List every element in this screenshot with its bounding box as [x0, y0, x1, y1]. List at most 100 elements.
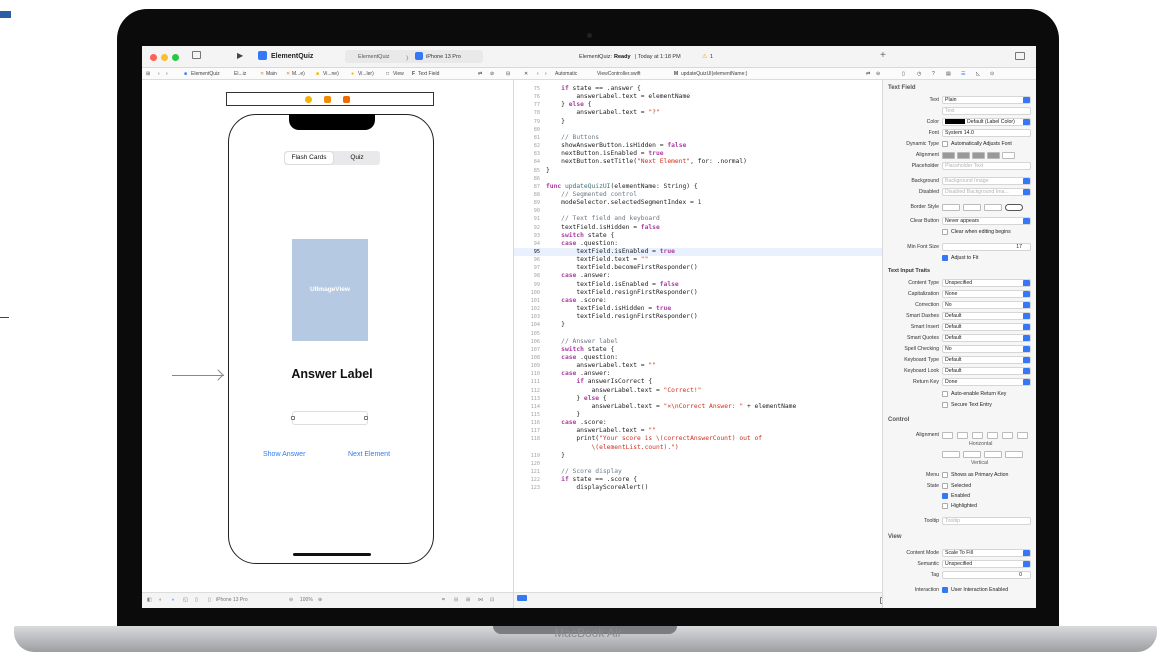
orientation-icon[interactable]: ◱	[183, 597, 188, 603]
align-natural-icon[interactable]	[1002, 152, 1015, 159]
code-line[interactable]: 108 case .question:	[514, 354, 882, 362]
appearance-icon[interactable]: ◐	[159, 597, 162, 603]
code-line[interactable]: 101 case .score:	[514, 297, 882, 305]
trait-select[interactable]: None	[942, 290, 1031, 298]
phone-icon[interactable]: ▯	[208, 597, 211, 603]
trait-select[interactable]: Default	[942, 323, 1031, 331]
update-frames-icon[interactable]: ⌗	[442, 597, 445, 603]
code-line[interactable]: 106 // Answer label	[514, 338, 882, 346]
h-align-right-icon[interactable]	[972, 432, 983, 439]
background-select[interactable]: Background Image	[942, 177, 1031, 185]
checkbox[interactable]	[942, 493, 948, 499]
view-controller-icon[interactable]	[305, 96, 312, 103]
code-line[interactable]: 84 nextButton.setTitle("Next Element", f…	[514, 158, 882, 166]
identity-icon[interactable]: ▤	[946, 71, 951, 77]
border-none-icon[interactable]	[942, 204, 960, 211]
code-line[interactable]: 97 textField.becomeFirstResponder()	[514, 264, 882, 272]
checkbox[interactable]	[942, 141, 948, 147]
code-line[interactable]: 78 answerLabel.text = "?"	[514, 109, 882, 117]
connections-icon[interactable]: ⊙	[990, 71, 994, 77]
close-editor-icon[interactable]: ✕	[524, 71, 528, 77]
layout-icon[interactable]: ▯	[195, 597, 198, 603]
tooltip-input[interactable]: Tooltip	[942, 517, 1031, 525]
jump-storyboard[interactable]: Main	[266, 71, 277, 77]
align-center-icon[interactable]	[957, 152, 970, 159]
resize-handle[interactable]	[364, 416, 368, 420]
grid-icon[interactable]: ⊞	[146, 71, 150, 77]
minfont-stepper[interactable]: 17	[942, 243, 1031, 251]
trait-select[interactable]: No	[942, 301, 1031, 309]
checkbox[interactable]	[942, 391, 948, 397]
segment-flash-cards[interactable]: Flash Cards	[285, 154, 333, 161]
h-align-trailing-icon[interactable]	[1002, 432, 1013, 439]
code-line[interactable]: 116 case .score:	[514, 419, 882, 427]
zoom-in-icon[interactable]: ⊕	[318, 597, 322, 603]
align-right-icon[interactable]	[972, 152, 985, 159]
text-input[interactable]: Text	[942, 107, 1031, 115]
code-line[interactable]: 95 textField.isEnabled = true	[514, 248, 882, 257]
v-align-bottom-icon[interactable]	[984, 451, 1002, 458]
add-icon[interactable]: +	[880, 50, 886, 61]
back-icon-2[interactable]: ‹	[537, 71, 539, 77]
debug-icon[interactable]	[517, 595, 527, 601]
code-line[interactable]: 80	[514, 126, 882, 134]
warning-count[interactable]: 1	[710, 54, 713, 60]
jump-file[interactable]: ViewController.swift	[597, 71, 641, 77]
checkbox[interactable]	[942, 587, 948, 593]
align-icon[interactable]: ⊟	[454, 597, 458, 603]
sidebar-toggle-icon[interactable]	[192, 51, 201, 59]
jump-scene[interactable]: M...e)	[292, 71, 305, 77]
align-justify-icon[interactable]	[987, 152, 1000, 159]
code-line[interactable]: 82 showAnswerButton.isHidden = false	[514, 142, 882, 150]
back-icon[interactable]: ‹	[158, 71, 160, 77]
code-line[interactable]: 99 textField.isEnabled = false	[514, 281, 882, 289]
jump-view[interactable]: View	[393, 71, 404, 77]
border-bezel-icon[interactable]	[984, 204, 1002, 211]
minimize-button[interactable]	[161, 54, 168, 61]
code-line[interactable]: 79 }	[514, 118, 882, 126]
border-rounded-icon[interactable]	[1005, 204, 1023, 211]
resize-handle[interactable]	[291, 416, 295, 420]
code-line[interactable]: 102 textField.isHidden = true	[514, 305, 882, 313]
trait-select[interactable]: Unspecified	[942, 279, 1031, 287]
zoom-out-icon[interactable]: ⊖	[289, 597, 293, 603]
size-icon[interactable]: ◺	[976, 71, 980, 77]
jump-automatic[interactable]: Automatic	[555, 71, 577, 77]
clear-select[interactable]: Never appears	[942, 217, 1031, 225]
code-line[interactable]: 77 } else {	[514, 101, 882, 109]
forward-icon[interactable]: ›	[166, 71, 168, 77]
code-line[interactable]: \(elementList.count).")	[514, 444, 882, 452]
content-mode-select[interactable]: Scale To Fill	[942, 549, 1031, 557]
trait-select[interactable]: Default	[942, 334, 1031, 342]
forward-icon-2[interactable]: ›	[545, 71, 547, 77]
code-line[interactable]: 98 case .answer:	[514, 272, 882, 280]
code-line[interactable]: 94 case .question:	[514, 240, 882, 248]
checkbox[interactable]	[942, 503, 948, 509]
help-icon[interactable]: ?	[932, 71, 935, 77]
show-answer-button[interactable]: Show Answer	[263, 451, 305, 458]
refresh-icon[interactable]: ⇄	[478, 71, 482, 77]
code-line[interactable]: 114 answerLabel.text = "✕\nCorrect Answe…	[514, 403, 882, 411]
close-button[interactable]	[150, 54, 157, 61]
checkbox[interactable]	[942, 472, 948, 478]
refresh-icon-2[interactable]: ⇄	[866, 71, 870, 77]
storyboard-canvas[interactable]: Flash Cards Quiz UIImageView Answer Labe…	[142, 80, 514, 592]
code-line[interactable]: 117 answerLabel.text = ""	[514, 427, 882, 435]
trait-select[interactable]: Default	[942, 367, 1031, 375]
code-line[interactable]: 109 answerLabel.text = ""	[514, 362, 882, 370]
code-line[interactable]: 118 print("Your score is \(correctAnswer…	[514, 435, 882, 443]
outline-icon[interactable]: ◧	[147, 597, 152, 603]
code-line[interactable]: 120	[514, 460, 882, 468]
image-view[interactable]: UIImageView	[292, 239, 368, 341]
code-line[interactable]: 113 } else {	[514, 395, 882, 403]
placeholder-input[interactable]: Placeholder Text	[942, 162, 1031, 170]
jump-controller[interactable]: Vi...ler)	[358, 71, 374, 77]
file-inspector-icon[interactable]: ▯	[902, 71, 905, 77]
trait-select[interactable]: No	[942, 345, 1031, 353]
jump-textfield[interactable]: Text Field	[418, 71, 439, 77]
resolve-icon[interactable]: ⋈	[478, 597, 483, 603]
history-icon[interactable]: ◷	[917, 71, 921, 77]
trait-select[interactable]: Default	[942, 356, 1031, 364]
mode-selector[interactable]: Flash Cards Quiz	[284, 151, 380, 165]
text-select[interactable]: Plain	[942, 96, 1031, 104]
